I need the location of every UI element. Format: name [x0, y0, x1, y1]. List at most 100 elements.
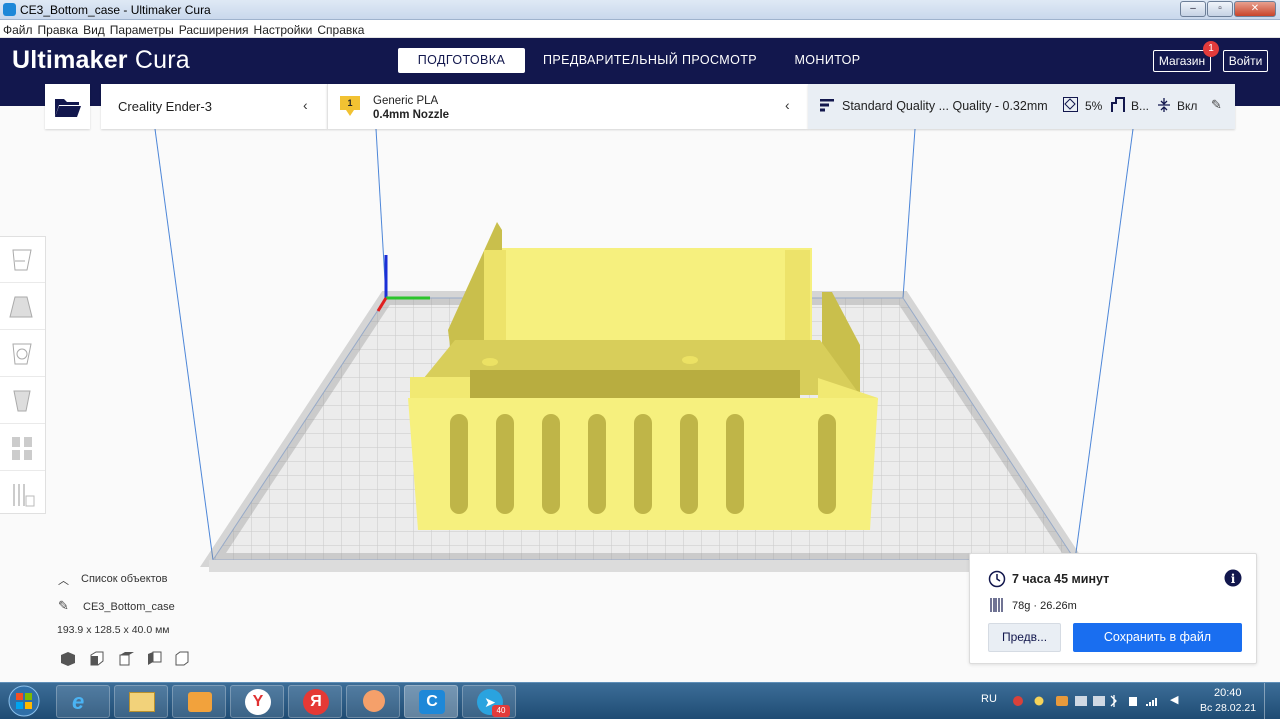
rotate-tool-button[interactable] [0, 331, 45, 377]
extruder-number: 1 [347, 98, 353, 108]
window-title: CE3_Bottom_case - Ultimaker Cura [20, 3, 211, 17]
build-volume-edge-back-right [902, 128, 916, 299]
support-blocker-icon [13, 484, 35, 507]
object-dimensions: 193.9 x 128.5 x 40.0 мм [57, 624, 170, 636]
extruder-icon: 1 [339, 95, 361, 117]
clock-time[interactable]: 20:40 [1214, 687, 1242, 699]
start-button-icon[interactable] [4, 684, 44, 718]
marketplace-button[interactable]: Магазин [1153, 50, 1211, 72]
telegram-badge: 40 [492, 705, 510, 717]
menu-help[interactable]: Справка [314, 20, 366, 37]
adhesion-value: Вкл [1177, 99, 1198, 113]
menu-edit[interactable]: Правка [35, 20, 81, 37]
quality-profile: Standard Quality ... Quality - 0.32mm [842, 99, 1048, 113]
windows-taskbar: e Y Я C ➤ 40 RU ◀ 20:40 Вс 28.02.21 [0, 682, 1280, 719]
folder-icon [129, 692, 155, 712]
info-icon[interactable]: i [1224, 569, 1242, 587]
adhesion-icon [1158, 98, 1170, 112]
cura-app-icon [3, 3, 16, 16]
menu-preferences[interactable]: Настройки [251, 20, 315, 37]
move-tool-button[interactable] [0, 237, 45, 283]
marketplace-badge: 1 [1203, 41, 1219, 57]
nozzle-size: 0.4mm Nozzle [373, 109, 450, 121]
lightbulb-icon [363, 690, 385, 712]
volume-icon[interactable]: ◀ [1170, 693, 1178, 706]
logo-product: Cura [134, 46, 190, 74]
support-blocker-button[interactable] [0, 472, 45, 518]
yandex-icon: Я [303, 689, 329, 715]
ie-taskbar-button[interactable]: e [56, 685, 110, 718]
telegram-taskbar-button[interactable]: ➤ 40 [462, 685, 516, 718]
3d-model-ce3-bottom-case [408, 222, 878, 530]
chevron-left-icon: ‹ [303, 97, 308, 113]
clock-date[interactable]: Вс 28.02.21 [1200, 702, 1256, 714]
save-to-file-button[interactable]: Сохранить в файл [1073, 623, 1242, 652]
open-file-button[interactable] [45, 84, 90, 129]
edit-pencil-icon: ✎ [58, 598, 69, 613]
tool-panel [0, 236, 46, 514]
left-view-icon[interactable] [148, 651, 162, 665]
media-player-icon [188, 692, 212, 712]
folder-icon [55, 99, 81, 117]
menu-file[interactable]: Файл [0, 20, 35, 37]
object-list: ︿ Список объектов ✎ CE3_Bottom_case 193.… [56, 570, 256, 670]
mirror-tool-button[interactable] [0, 378, 45, 424]
explorer-taskbar-button[interactable] [114, 685, 168, 718]
3d-view-icon[interactable] [61, 652, 75, 666]
infill-value: 5% [1085, 99, 1103, 113]
media-player-taskbar-button[interactable] [172, 685, 226, 718]
material-usage: 78g · 26.26m [1012, 600, 1077, 612]
per-model-settings-button[interactable] [0, 425, 45, 471]
chevron-up-icon[interactable]: ︿ [58, 572, 69, 588]
preview-button[interactable]: Предв... [988, 623, 1061, 652]
close-button[interactable]: ✕ [1234, 1, 1276, 17]
object-list-header[interactable]: Список объектов [81, 573, 168, 585]
right-view-icon[interactable] [175, 651, 189, 666]
scale-icon [9, 296, 33, 318]
printer-name: Creality Ender-3 [118, 99, 212, 114]
view-orientation-buttons [58, 650, 198, 668]
menu-view[interactable]: Вид [80, 20, 107, 37]
yandex-taskbar-button[interactable]: Я [288, 685, 342, 718]
tab-preview[interactable]: ПРЕДВАРИТЕЛЬНЫЙ ПРОСМОТР [540, 48, 760, 73]
menu-settings[interactable]: Параметры [107, 20, 176, 37]
support-value: В... [1131, 99, 1150, 113]
plate-front-edge [209, 560, 1079, 572]
ie-icon: e [72, 689, 85, 714]
print-settings-selector[interactable]: Standard Quality ... Quality - 0.32mm 5%… [808, 84, 1235, 129]
material-selector[interactable]: 1 Generic PLA 0.4mm Nozzle ‹ [327, 84, 808, 129]
per-model-settings-icon [12, 437, 32, 460]
menu-bar: Файл Правка Вид Параметры Расширения Настройк… [0, 20, 1280, 38]
print-info-panel: 7 часа 45 минут i 78g · 26.26m Предв... … [969, 553, 1257, 664]
object-name[interactable]: CE3_Bottom_case [83, 601, 175, 613]
tab-prepare[interactable]: ПОДГОТОВКА [398, 48, 525, 73]
profile-icon [820, 99, 834, 112]
yandex-browser-taskbar-button[interactable]: Y [230, 685, 284, 718]
mirror-icon [13, 390, 31, 412]
front-view-icon[interactable] [90, 651, 104, 666]
logo-brand: Ultimaker [12, 46, 128, 74]
edit-pencil-icon: ✎ [1211, 97, 1222, 112]
login-button[interactable]: Войти [1223, 50, 1268, 72]
cura-icon: C [419, 690, 445, 714]
minimize-button[interactable]: – [1180, 1, 1206, 17]
print-time: 7 часа 45 минут [1012, 572, 1110, 586]
infill-icon [1063, 97, 1078, 112]
rotate-icon [12, 343, 32, 365]
maximize-button[interactable]: ▫ [1207, 1, 1233, 17]
menu-extensions[interactable]: Расширения [176, 20, 251, 37]
filament-icon [990, 598, 1003, 612]
app-logo: Ultimaker Cura [12, 46, 190, 75]
system-tray-icons[interactable] [1012, 694, 1162, 708]
yandex-browser-icon: Y [245, 689, 271, 715]
show-desktop-button[interactable] [1264, 683, 1280, 719]
window-title-bar: CE3_Bottom_case - Ultimaker Cura – ▫ ✕ [0, 0, 1280, 20]
tab-monitor[interactable]: МОНИТОР [780, 48, 875, 73]
build-volume-edge-right [1074, 128, 1134, 561]
language-indicator[interactable]: RU [981, 693, 997, 705]
printer-selector[interactable]: Creality Ender-3 ‹ [101, 84, 327, 129]
lightbulb-app-taskbar-button[interactable] [346, 685, 400, 718]
top-view-icon[interactable] [119, 652, 134, 666]
cura-taskbar-button[interactable]: C [404, 685, 458, 718]
scale-tool-button[interactable] [0, 284, 45, 330]
